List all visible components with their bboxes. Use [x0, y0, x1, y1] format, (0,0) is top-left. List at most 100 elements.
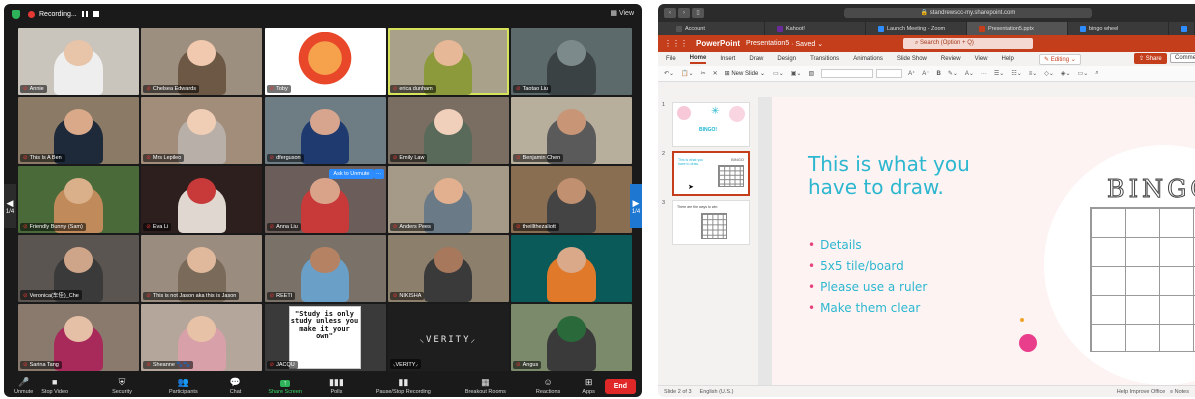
menu-tab-insert[interactable]: Insert — [720, 56, 735, 62]
highlight-icon[interactable]: ✎⌄ — [948, 70, 958, 77]
video-tile[interactable]: ⊘ Annie — [18, 28, 139, 95]
thumbnail-row[interactable]: 3 There are the ways to win: — [662, 200, 750, 245]
slide-thumbnail-1[interactable]: ✳ BINGO! — [672, 102, 750, 147]
stop-video-button[interactable]: ■ Stop Video — [41, 378, 68, 396]
help-improve-link[interactable]: Help Improve Office — [1117, 389, 1166, 395]
menu-tab-review[interactable]: Review — [941, 56, 961, 62]
video-tile[interactable]: ⊘ Mrs Lepileo — [141, 97, 263, 164]
chat-button[interactable]: 💬 Chat — [230, 378, 242, 396]
video-tile[interactable]: ⊘ Chelsea Edwards — [141, 28, 263, 95]
slide-thumbnail-3[interactable]: There are the ways to win: — [672, 200, 750, 245]
stop-recording-icon[interactable] — [92, 11, 99, 17]
bullet-item[interactable]: Details — [808, 238, 927, 252]
polls-button[interactable]: ▮▮▮ Polls — [329, 378, 344, 396]
slide-title[interactable]: This is what you have to draw. — [808, 153, 1008, 199]
breakout-rooms-button[interactable]: ▦ Breakout Rooms — [465, 378, 506, 396]
slide-bullets[interactable]: Details 5x5 tile/board Please use a ruler M… — [808, 238, 927, 322]
browser-tab[interactable]: Account — [664, 22, 765, 35]
decrease-font-icon[interactable]: A⁻ — [922, 70, 929, 77]
bullets-icon[interactable]: ☰⌄ — [994, 70, 1004, 77]
video-tile[interactable]: ⊘ Toby — [264, 28, 386, 95]
reset-icon[interactable]: ▣⌄ — [791, 70, 802, 77]
video-tile[interactable]: ⊘ NIKISHA — [387, 235, 509, 302]
end-meeting-button[interactable]: End — [604, 379, 636, 394]
video-tile[interactable]: ⊘ Veronica(车佳)_Che — [18, 235, 139, 302]
video-tile[interactable]: ⊘ REETI — [264, 235, 386, 302]
browser-tab[interactable] — [1169, 22, 1195, 35]
new-slide-button[interactable]: ⊞ New Slide ⌄ — [725, 70, 765, 77]
menu-tab-file[interactable]: File — [666, 56, 676, 62]
browser-tab[interactable]: Launch Meeting - Zoom — [866, 22, 967, 35]
view-button[interactable]: View — [610, 9, 634, 17]
more-icon[interactable]: ··· — [981, 71, 987, 77]
prev-page-button[interactable]: ◀ 1/4 — [4, 184, 16, 228]
menu-tab-draw[interactable]: Draw — [749, 56, 763, 62]
video-tile[interactable]: ⊘ Anders Pees — [387, 166, 509, 233]
bullet-item[interactable]: Please use a ruler — [808, 280, 927, 294]
back-icon[interactable]: ‹ — [664, 8, 676, 18]
video-tile[interactable]: ⊘ Emily Law — [387, 97, 509, 164]
video-tile[interactable]: ⊘ Benjamin Chen — [511, 97, 632, 164]
participants-button[interactable]: 👥 Participants — [169, 378, 198, 396]
comments-button[interactable]: Comments — [1170, 53, 1195, 63]
search-input[interactable]: ⌕ Search (Option + Q) — [903, 38, 1033, 49]
menu-tab-home[interactable]: Home — [689, 55, 707, 64]
current-slide[interactable]: This is what you have to draw. Details 5x… — [772, 97, 1195, 385]
bullet-item[interactable]: 5x5 tile/board — [808, 259, 927, 273]
video-tile[interactable]: ⊘ This is not Jason aka this is Jason — [141, 235, 263, 302]
bold-icon[interactable]: B — [936, 71, 940, 77]
slide-thumbnail-2[interactable]: This is what you have to draw. BINGO ➤ — [672, 151, 750, 196]
video-tile[interactable] — [511, 235, 632, 302]
more-options-icon[interactable]: ··· — [374, 169, 384, 179]
video-tile[interactable]: ⊘ Sheanne 🐾🐾 — [141, 304, 263, 371]
fill-icon[interactable]: ◈⌄ — [1061, 70, 1071, 77]
menu-tab-animations[interactable]: Animations — [853, 56, 883, 62]
video-tile[interactable]: ⊘ dferguson — [264, 97, 386, 164]
sidebar-icon[interactable]: ▯ — [692, 8, 704, 18]
align-icon[interactable]: ≡⌄ — [1029, 70, 1038, 77]
ask-to-unmute-button[interactable]: Ask to Unmute — [329, 169, 374, 179]
next-page-button[interactable]: ▶ 1/4 — [630, 184, 642, 228]
document-name[interactable]: Presentation5 — [746, 40, 789, 47]
address-bar[interactable]: 🔒 standrewscc-my.sharepoint.com — [844, 8, 1092, 18]
browser-tab[interactable]: Presentation5.pptx — [967, 22, 1068, 35]
reactions-button[interactable]: ☺ Reactions — [536, 378, 560, 396]
menu-tab-help[interactable]: Help — [1002, 56, 1014, 62]
menu-tab-transitions[interactable]: Transitions — [810, 56, 839, 62]
video-tile[interactable]: ⊘ This Is A Ben — [18, 97, 139, 164]
outline-icon[interactable]: ▭⌄ — [1078, 70, 1089, 77]
bullet-item[interactable]: Make them clear — [808, 301, 927, 315]
menu-tab-design[interactable]: Design — [777, 56, 796, 62]
undo-icon[interactable]: ↶⌄ — [664, 70, 674, 77]
video-tile[interactable]: Ask to Unmute ··· ⊘ Anna Liu — [264, 166, 386, 233]
copy-icon[interactable]: ✕ — [713, 70, 718, 77]
security-button[interactable]: ⛨ Security — [112, 378, 132, 396]
font-size-select[interactable] — [876, 69, 903, 78]
thumbnail-row[interactable]: 2 This is what you have to draw. BINGO ➤ — [662, 151, 750, 196]
menu-tab-view[interactable]: View — [975, 56, 988, 62]
video-tile[interactable]: ⊘ Friendly Bunny (Sam) — [18, 166, 139, 233]
pause-stop-recording-button[interactable]: ▮▮ Pause/Stop Recording — [376, 378, 431, 396]
increase-font-icon[interactable]: A⁺ — [908, 70, 915, 77]
cut-icon[interactable]: ✂ — [701, 70, 706, 77]
shapes-icon[interactable]: ◇⌄ — [1044, 70, 1054, 77]
layout-icon[interactable]: ▭⌄ — [773, 70, 784, 77]
find-icon[interactable]: ⌕ — [1095, 70, 1098, 77]
forward-icon[interactable]: › — [678, 8, 690, 18]
thumbnail-row[interactable]: 1 ✳ BINGO! — [662, 102, 750, 147]
apps-button[interactable]: ⊞ Apps — [582, 378, 595, 396]
video-tile[interactable]: ⸜VERITY⸝ ⸜VERITY⸝ — [387, 304, 509, 371]
font-family-select[interactable] — [821, 69, 874, 78]
menu-tab-slide-show[interactable]: Slide Show — [897, 56, 927, 62]
video-tile[interactable]: ⊘ theillthezaliott — [511, 166, 632, 233]
notes-button[interactable]: Notes — [1175, 389, 1189, 395]
video-tile[interactable]: ⊘ Taotao Liu — [511, 28, 632, 95]
numbering-icon[interactable]: ☷⌄ — [1011, 70, 1021, 77]
unmute-button[interactable]: 🎤 Unmute — [14, 378, 33, 396]
video-tile[interactable]: ⊘ erica dunham — [387, 28, 509, 95]
share-screen-button[interactable]: ↑ Share Screen — [268, 380, 302, 395]
browser-tab[interactable]: bingo wheel — [1068, 22, 1169, 35]
video-tile[interactable]: "Study is only study unless you make it … — [264, 304, 386, 371]
paste-icon[interactable]: 📋⌄ — [681, 70, 694, 77]
video-tile[interactable]: ⊘ Angus — [511, 304, 632, 371]
